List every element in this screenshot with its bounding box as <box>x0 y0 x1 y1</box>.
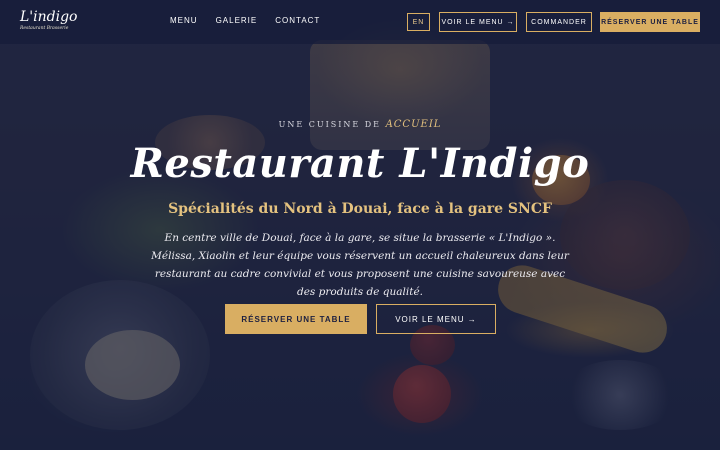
brand-logo[interactable]: L'indigo Restaurant Brasserie <box>20 9 78 37</box>
order-button[interactable]: COMMANDER <box>526 12 592 32</box>
main-nav: MENU GALERIE CONTACT <box>170 16 320 25</box>
brand-subtitle: Restaurant Brasserie <box>20 26 69 31</box>
hero-kicker: UNE CUISINE DE ACCUEIL <box>0 119 720 130</box>
language-switch-button[interactable]: EN <box>407 13 430 31</box>
reserve-table-button[interactable]: RÉSERVER UNE TABLE <box>600 12 700 32</box>
hero-reserve-table-button[interactable]: RÉSERVER UNE TABLE <box>225 304 367 334</box>
nav-link-contact[interactable]: CONTACT <box>275 16 320 25</box>
nav-link-menu[interactable]: MENU <box>170 16 198 25</box>
hero-view-menu-button[interactable]: VOIR LE MENU → <box>376 304 496 334</box>
kicker-prefix: UNE CUISINE DE <box>278 120 382 129</box>
nav-link-galerie[interactable]: GALERIE <box>216 16 258 25</box>
view-menu-button[interactable]: VOIR LE MENU → <box>439 12 517 32</box>
hero-subtitle: Spécialités du Nord à Douai, face à la g… <box>168 201 552 217</box>
hero-description: En centre ville de Douai, face à la gare… <box>151 232 569 298</box>
top-navbar: L'indigo Restaurant Brasserie MENU GALER… <box>0 0 720 44</box>
hero-section: L'indigo Restaurant Brasserie MENU GALER… <box>0 0 720 450</box>
kicker-highlight: ACCUEIL <box>385 119 442 130</box>
hero-overlay <box>0 0 720 450</box>
page-title: Restaurant L'Indigo <box>130 140 590 187</box>
brand-name: L'indigo <box>20 9 78 25</box>
